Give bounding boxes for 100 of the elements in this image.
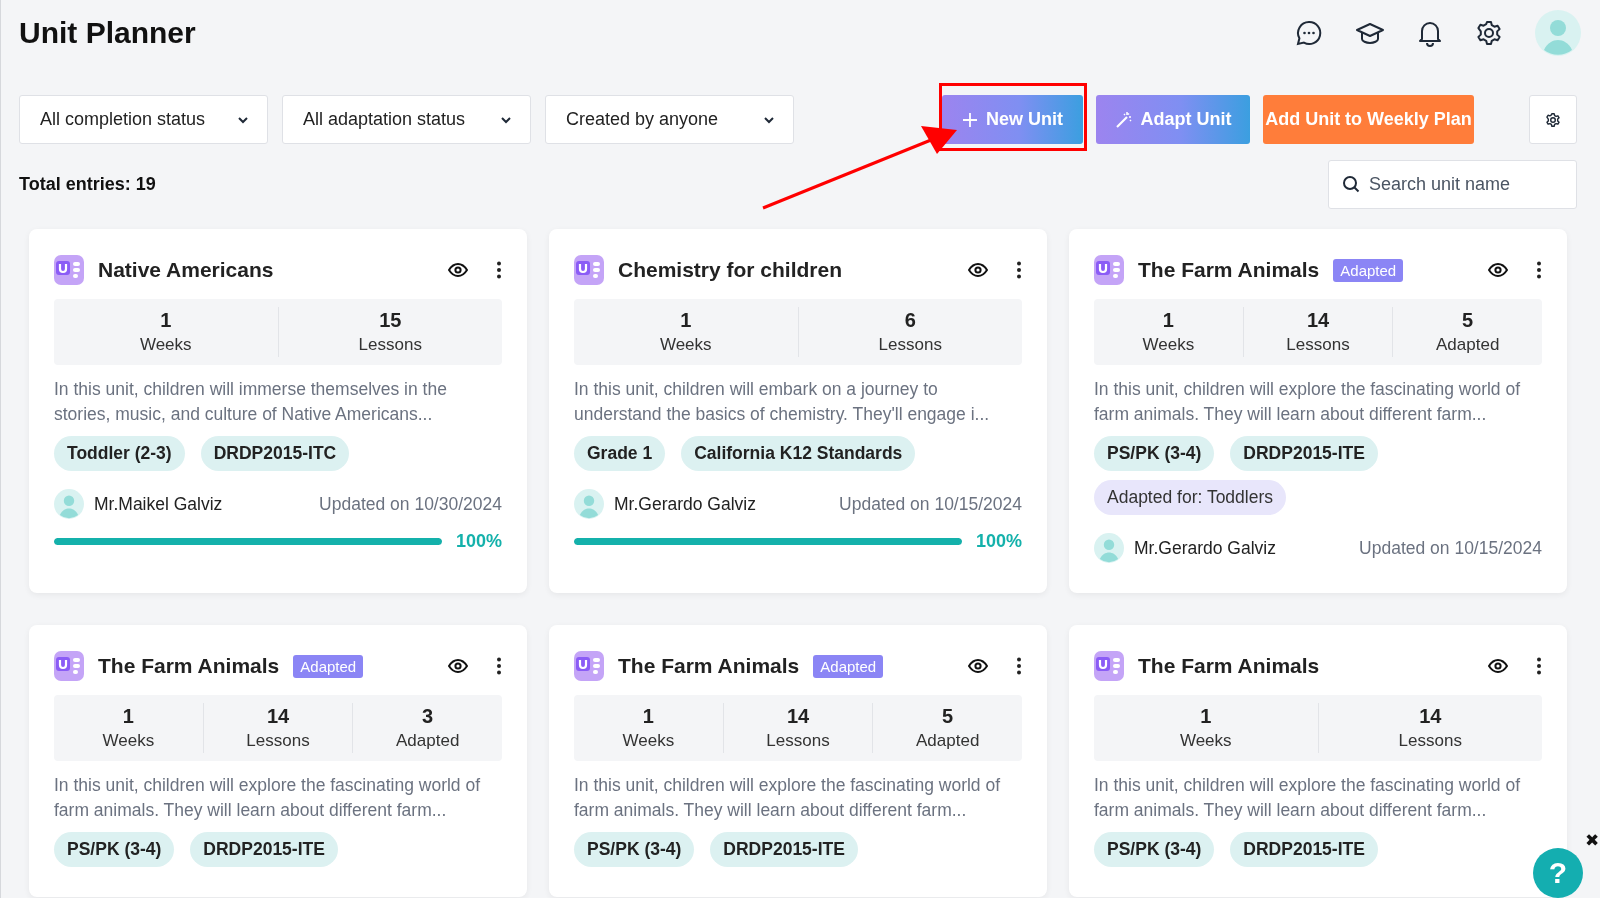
search-field[interactable]: Search unit name xyxy=(1328,160,1577,209)
eye-icon[interactable] xyxy=(1488,659,1508,673)
tag: PS/PK (3-4) xyxy=(54,832,175,867)
unit-description: In this unit, children will explore the fascinating world of farm animals. They will learn about different farm... xyxy=(1094,378,1522,426)
stat-label: Lessons xyxy=(878,334,942,356)
stat-label: Lessons xyxy=(246,730,310,752)
unit-description: In this unit, children will explore the fascinating world of farm animals. They will learn about different farm... xyxy=(574,774,1002,822)
stat-value: 1 xyxy=(1162,308,1174,333)
stat-label: Adapted xyxy=(396,730,460,752)
unit-icon xyxy=(1094,651,1124,681)
eye-icon[interactable] xyxy=(968,263,988,277)
stat-value: 14 xyxy=(1306,308,1330,333)
settings-button[interactable] xyxy=(1529,95,1577,144)
stat-value: 6 xyxy=(904,308,916,333)
stat-label: Lessons xyxy=(1286,334,1350,356)
stat-label: Weeks xyxy=(139,334,192,356)
close-button[interactable]: ✖ xyxy=(1585,830,1599,851)
more-icon[interactable] xyxy=(496,261,502,279)
progress-percent: 100% xyxy=(455,531,502,552)
more-icon[interactable] xyxy=(1016,261,1022,279)
unit-icon xyxy=(574,255,604,285)
updated-date: Updated on 10/15/2024 xyxy=(1359,537,1542,559)
stat-label: Lessons xyxy=(1398,730,1462,752)
author-name: Mr.Gerardo Galviz xyxy=(1134,537,1276,559)
author-name: Mr.Maikel Galviz xyxy=(94,493,223,515)
author-name: Mr.Gerardo Galviz xyxy=(614,493,756,515)
progress-percent: 100% xyxy=(975,531,1022,552)
unit-description: In this unit, children will explore the fascinating world of farm animals. They will learn about different farm... xyxy=(54,774,482,822)
stat-label: Weeks xyxy=(1179,730,1232,752)
stat-value: 3 xyxy=(422,704,434,729)
search-icon xyxy=(1342,175,1360,193)
eye-icon[interactable] xyxy=(448,659,468,673)
unit-card[interactable] xyxy=(549,229,1047,593)
unit-card[interactable]: The Farm Animals Adapted 1 Weeks 14 Lessons 3 Adapted In this unit, children will explore the fascinating world of farm animals. They will learn about different farm... PS/PK (3-4) DRDP2015-ITE xyxy=(29,625,527,897)
stat-label: Weeks xyxy=(622,730,675,752)
unit-title[interactable]: The Farm Animals xyxy=(98,654,280,678)
unit-title[interactable]: The Farm Animals xyxy=(618,654,800,678)
unit-card[interactable]: The Farm Animals Adapted 1 Weeks 14 Lessons 5 Adapted In this unit, children will explore the fascinating world of farm animals. They will learn about different farm... PS/PK (3-4) DRDP2015-ITE xyxy=(549,625,1047,897)
more-icon[interactable] xyxy=(496,657,502,675)
tag: DRDP2015-ITE xyxy=(1230,436,1378,471)
unit-icon xyxy=(54,651,84,681)
bell-icon[interactable] xyxy=(1417,19,1443,47)
chevron-down-icon xyxy=(500,115,512,124)
eye-icon[interactable] xyxy=(1488,263,1508,277)
unit-title[interactable]: The Farm Animals xyxy=(1138,654,1320,678)
adapted-for-tag: Adapted for: Toddlers xyxy=(1094,480,1287,515)
avatar-icon xyxy=(574,489,604,519)
magic-wand-icon xyxy=(1114,110,1133,129)
tag: Grade 1 xyxy=(574,436,666,471)
tag: California K12 Standards xyxy=(681,436,916,471)
chevron-down-icon xyxy=(763,115,775,124)
unit-title[interactable]: Chemistry for children xyxy=(618,258,843,282)
adapted-badge: Adapted xyxy=(813,654,884,678)
chevron-down-icon xyxy=(237,115,249,124)
tag: Toddler (2-3) xyxy=(54,436,185,471)
stat-label: Lessons xyxy=(358,334,422,356)
stat-value: 1 xyxy=(1200,704,1212,729)
total-entries: Total entries: 19 xyxy=(19,174,156,195)
filter-dropdown[interactable]: Created by anyone xyxy=(545,95,794,144)
stat-label: Adapted xyxy=(1436,334,1500,356)
stat-label: Adapted xyxy=(916,730,980,752)
stat-value: 14 xyxy=(786,704,810,729)
stat-label: Weeks xyxy=(102,730,155,752)
tag: PS/PK (3-4) xyxy=(574,832,695,867)
stat-label: Lessons xyxy=(766,730,830,752)
chat-icon[interactable] xyxy=(1295,19,1323,47)
tag: PS/PK (3-4) xyxy=(1094,436,1215,471)
unit-description: In this unit, children will explore the fascinating world of farm animals. They will learn about different farm... xyxy=(1094,774,1522,822)
filter-dropdown[interactable]: All adaptation status xyxy=(282,95,531,144)
stat-label: Weeks xyxy=(659,334,712,356)
settings-icon[interactable] xyxy=(1475,19,1503,47)
eye-icon[interactable] xyxy=(968,659,988,673)
updated-date: Updated on 10/30/2024 xyxy=(319,493,502,515)
tag: PS/PK (3-4) xyxy=(1094,832,1215,867)
adapted-badge: Adapted xyxy=(1333,258,1404,282)
stat-value: 14 xyxy=(1419,704,1442,729)
tag: DRDP2015-ITE xyxy=(710,832,858,867)
stat-value: 14 xyxy=(266,704,290,729)
unit-card[interactable] xyxy=(1069,229,1567,593)
unit-card[interactable] xyxy=(29,229,527,593)
updated-date: Updated on 10/15/2024 xyxy=(839,493,1022,515)
tag: DRDP2015-ITC xyxy=(200,436,350,471)
tag: DRDP2015-ITE xyxy=(1230,832,1378,867)
unit-title[interactable]: Native Americans xyxy=(98,258,274,282)
eye-icon[interactable] xyxy=(448,263,468,277)
more-icon[interactable] xyxy=(1536,657,1542,675)
stat-value: 15 xyxy=(379,308,402,333)
unit-icon xyxy=(574,651,604,681)
unit-title[interactable]: The Farm Animals xyxy=(1138,258,1320,282)
stat-value: 1 xyxy=(160,308,172,333)
stat-value: 1 xyxy=(642,704,654,729)
filter-dropdown[interactable]: All completion status xyxy=(19,95,268,144)
stat-value: 1 xyxy=(122,704,134,729)
avatar-icon xyxy=(1094,533,1124,563)
more-icon[interactable] xyxy=(1016,657,1022,675)
avatar-icon xyxy=(54,489,84,519)
stat-value: 5 xyxy=(1462,308,1474,333)
stat-label: Weeks xyxy=(1142,334,1195,356)
stat-value: 1 xyxy=(680,308,692,333)
more-icon[interactable] xyxy=(1536,261,1542,279)
